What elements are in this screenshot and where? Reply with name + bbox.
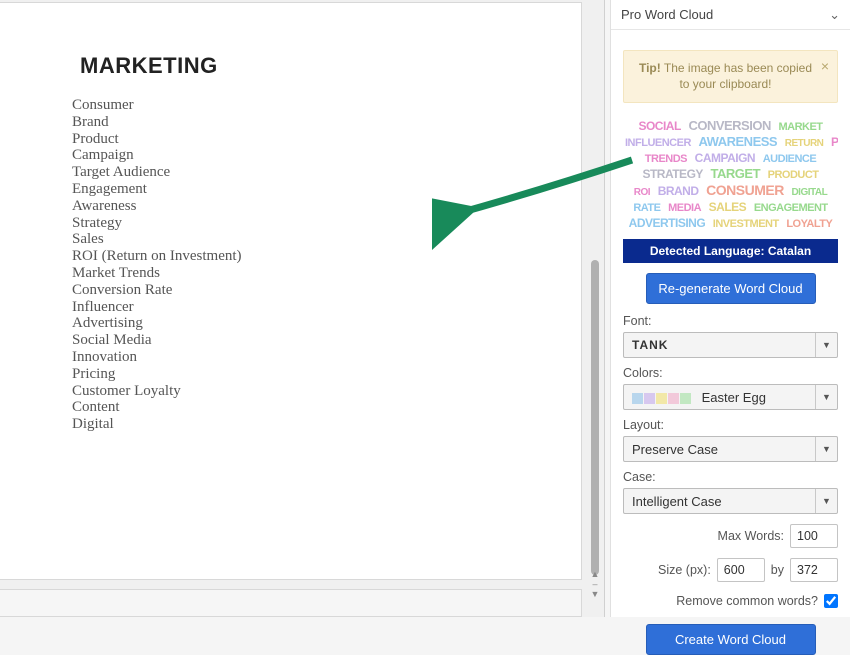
layout-value: Preserve Case: [632, 442, 718, 457]
close-icon[interactable]: ×: [821, 57, 829, 75]
layout-label: Layout:: [623, 418, 838, 432]
list-item: Pricing: [72, 366, 581, 383]
case-value: Intelligent Case: [632, 494, 722, 509]
list-item: Awareness: [72, 198, 581, 215]
font-label: Font:: [623, 314, 838, 328]
chevron-down-icon: ▼: [815, 489, 837, 513]
tip-alert: × Tip! The image has been copied to your…: [623, 50, 838, 103]
layout-dropdown[interactable]: Preserve Case ▼: [623, 436, 838, 462]
list-item: Market Trends: [72, 265, 581, 282]
list-item: Social Media: [72, 332, 581, 349]
case-dropdown[interactable]: Intelligent Case ▼: [623, 488, 838, 514]
remove-common-label: Remove common words?: [676, 594, 818, 608]
list-item: Content: [72, 399, 581, 416]
list-item: Brand: [72, 114, 581, 131]
list-item: Customer Loyalty: [72, 383, 581, 400]
list-item: ROI (Return on Investment): [72, 248, 581, 265]
size-label: Size (px):: [658, 563, 711, 577]
document-page[interactable]: MARKETING Consumer Brand Product Campaig…: [0, 2, 582, 580]
pro-word-cloud-panel: Pro Word Cloud ⌄ × Tip! The image has be…: [610, 0, 850, 617]
font-dropdown[interactable]: TANK ▼: [623, 332, 838, 358]
list-item: Strategy: [72, 215, 581, 232]
list-item: Advertising: [72, 315, 581, 332]
chevron-down-icon: ▼: [815, 333, 837, 357]
font-value: TANK: [632, 338, 668, 352]
color-swatches: [632, 390, 696, 405]
size-by-label: by: [771, 563, 784, 577]
doc-title: MARKETING: [80, 53, 581, 79]
create-word-cloud-button[interactable]: Create Word Cloud: [646, 624, 816, 655]
list-item: Influencer: [72, 299, 581, 316]
remove-common-checkbox[interactable]: [824, 594, 838, 608]
list-item: Product: [72, 131, 581, 148]
colors-value: Easter Egg: [702, 390, 766, 405]
max-words-input[interactable]: [790, 524, 838, 548]
list-item: Conversion Rate: [72, 282, 581, 299]
scroll-thumb[interactable]: [591, 260, 599, 575]
vertical-scrollbar[interactable]: ▲ – ▼: [588, 5, 602, 600]
tip-label: Tip!: [639, 61, 661, 75]
size-width-input[interactable]: [717, 558, 765, 582]
list-item: Target Audience: [72, 164, 581, 181]
list-item: Sales: [72, 231, 581, 248]
colors-dropdown[interactable]: Easter Egg ▼: [623, 384, 838, 410]
list-item: Consumer: [72, 97, 581, 114]
tip-text: The image has been copied to your clipbo…: [664, 61, 812, 91]
list-item: Innovation: [72, 349, 581, 366]
chevron-up-icon[interactable]: ▲: [588, 570, 602, 579]
chevron-down-icon: ▼: [815, 385, 837, 409]
colors-label: Colors:: [623, 366, 838, 380]
term-list: Consumer Brand Product Campaign Target A…: [72, 97, 581, 433]
next-page-strip: [0, 589, 582, 617]
detected-language: Detected Language: Catalan: [623, 239, 838, 263]
panel-title: Pro Word Cloud: [621, 7, 713, 22]
chevron-down-icon[interactable]: ⌄: [829, 7, 840, 23]
chevron-down-icon[interactable]: ▼: [588, 590, 602, 599]
case-label: Case:: [623, 470, 838, 484]
dash-icon[interactable]: –: [588, 580, 602, 589]
size-height-input[interactable]: [790, 558, 838, 582]
list-item: Campaign: [72, 147, 581, 164]
regenerate-button[interactable]: Re-generate Word Cloud: [646, 273, 816, 304]
scroll-nav-icons[interactable]: ▲ – ▼: [588, 569, 602, 600]
list-item: Engagement: [72, 181, 581, 198]
chevron-down-icon: ▼: [815, 437, 837, 461]
max-words-label: Max Words:: [718, 529, 784, 543]
word-cloud-preview[interactable]: SOCIAL CONVERSION MARKET INFLUENCER AWAR…: [623, 113, 838, 231]
list-item: Digital: [72, 416, 581, 433]
